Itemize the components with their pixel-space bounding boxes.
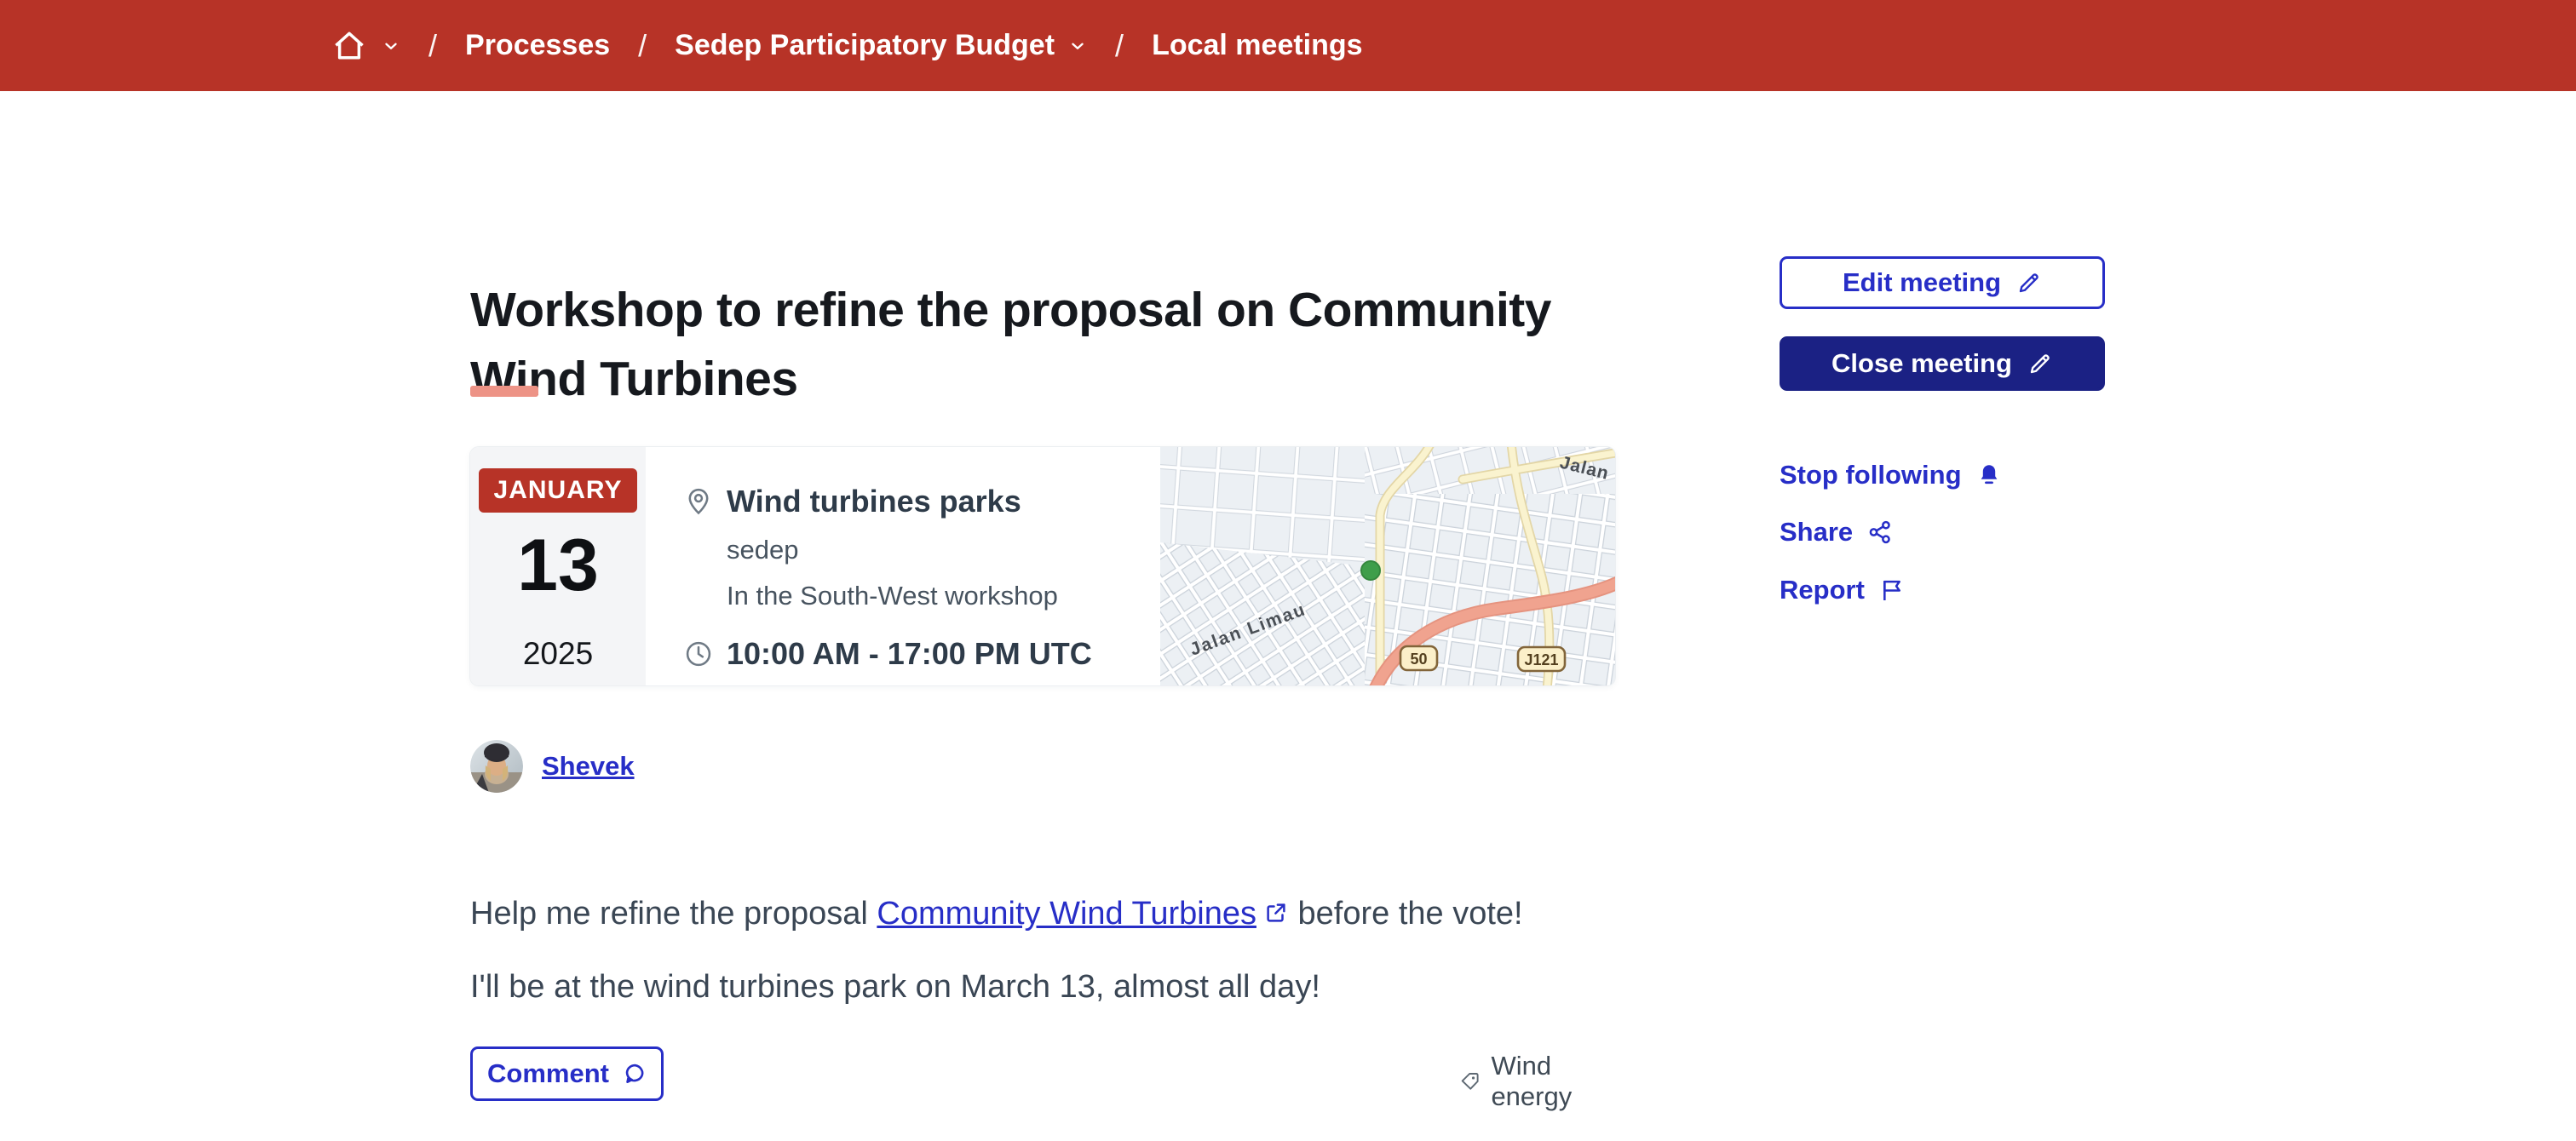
close-meeting-label: Close meeting (1831, 348, 2012, 378)
svg-text:J121: J121 (1524, 651, 1558, 668)
location-map[interactable]: Jalan Limau Jalan 50 J121 (1160, 447, 1615, 685)
map-route-shield-50: 50 (1399, 645, 1439, 672)
edit-meeting-label: Edit meeting (1842, 267, 2001, 297)
breadcrumb-bar: / Processes / Sedep Participatory Budget… (0, 0, 2576, 91)
share-link[interactable]: Share (1780, 517, 1894, 548)
home-icon (335, 32, 364, 59)
meeting-time: 10:00 AM - 17:00 PM UTC (727, 636, 1092, 671)
stop-following-label: Stop following (1780, 460, 1962, 490)
breadcrumb-separator: / (638, 27, 647, 63)
meeting-info-card: JANUARY 13 2025 Wind turbines parks sede… (470, 447, 1615, 685)
page-title: Workshop to refine the proposal on Commu… (470, 283, 1552, 407)
bell-icon (1981, 465, 1997, 484)
body-paragraph-1: Help me refine the proposal Community Wi… (470, 894, 1663, 933)
tag-label: Wind energy (1491, 1051, 1573, 1111)
clock-icon (686, 641, 711, 667)
share-label: Share (1780, 517, 1854, 547)
body-text: before the vote! (1288, 896, 1523, 932)
body-paragraph-2: I'll be at the wind turbines park on Mar… (470, 969, 1320, 1005)
stop-following-link[interactable]: Stop following (1780, 460, 2003, 490)
tag-icon (1461, 1073, 1479, 1090)
date-day: 13 (517, 525, 599, 606)
proposal-link[interactable]: Community Wind Turbines (877, 896, 1256, 932)
pencil-icon (2030, 354, 2050, 374)
edit-meeting-button[interactable]: Edit meeting (1780, 256, 2105, 309)
flag-icon (1883, 580, 1900, 600)
chevron-down-icon[interactable] (1068, 37, 1087, 55)
comment-button-label: Comment (487, 1058, 609, 1088)
breadcrumb: / Processes / Sedep Participatory Budget… (331, 27, 1363, 65)
category-tag[interactable]: Wind energy (1459, 1051, 1617, 1112)
location-address: In the South-West workshop (727, 581, 1058, 611)
close-meeting-button[interactable]: Close meeting (1780, 336, 2105, 391)
breadcrumb-processes[interactable]: Processes (465, 29, 610, 62)
location-name: Wind turbines parks (727, 484, 1021, 519)
date-year: 2025 (522, 636, 594, 671)
report-label: Report (1780, 575, 1865, 605)
share-icon (1869, 520, 1890, 544)
map-marker[interactable] (1360, 560, 1381, 581)
author-row: Shevek (470, 740, 635, 793)
comment-button[interactable]: Comment (470, 1046, 664, 1101)
svg-text:50: 50 (1410, 651, 1427, 668)
breadcrumb-local-meetings[interactable]: Local meetings (1152, 29, 1363, 62)
body-text: Help me refine the proposal (470, 896, 877, 932)
avatar[interactable] (470, 740, 523, 793)
map-pin-icon (688, 488, 709, 515)
breadcrumb-separator: / (428, 27, 438, 63)
map-route-shield-j121: J121 (1516, 645, 1567, 673)
pencil-icon (2019, 273, 2038, 293)
location-organization: sedep (727, 535, 799, 565)
title-accent-bar (470, 386, 538, 397)
date-panel: JANUARY 13 2025 (470, 447, 646, 685)
month-badge: JANUARY (479, 468, 637, 513)
author-link[interactable]: Shevek (542, 751, 635, 782)
chevron-down-icon (385, 43, 397, 49)
meeting-page: / Processes / Sedep Participatory Budget… (0, 0, 2576, 1141)
breadcrumb-separator: / (1115, 27, 1124, 63)
breadcrumb-home[interactable] (331, 27, 400, 65)
comment-bubble-icon (625, 1064, 644, 1083)
external-link-icon (1267, 903, 1285, 922)
report-link[interactable]: Report (1780, 575, 1906, 605)
breadcrumb-process-name[interactable]: Sedep Participatory Budget (675, 29, 1055, 62)
meeting-details: Wind turbines parks sedep In the South-W… (646, 447, 1160, 685)
